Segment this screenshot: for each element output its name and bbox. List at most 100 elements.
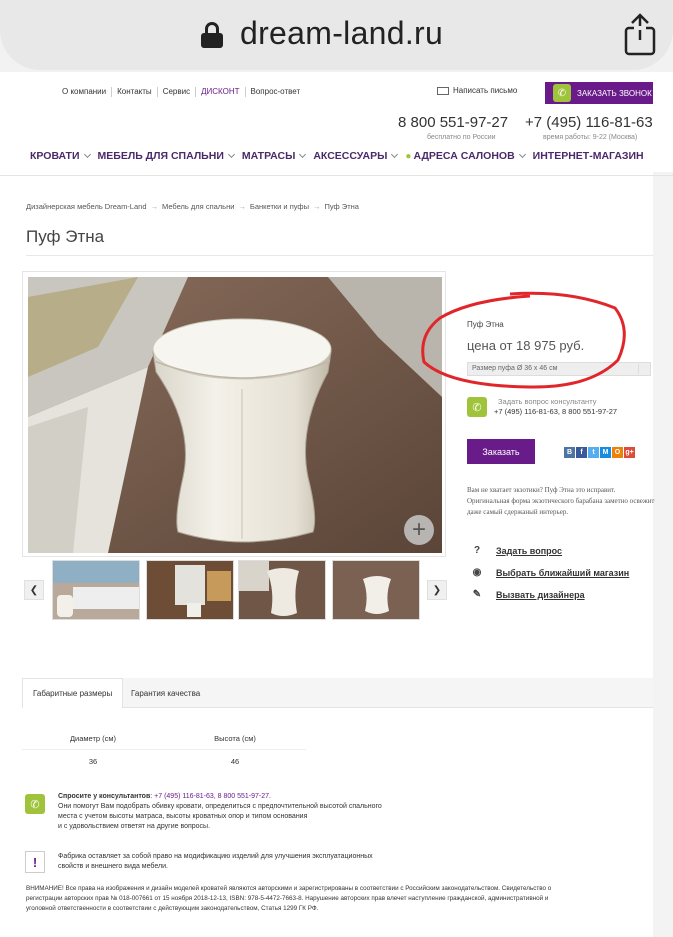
write-letter-link[interactable]: Написать письмо <box>437 86 517 95</box>
tab-dimensions[interactable]: Габаритные размеры <box>22 678 124 708</box>
red-annotation-circle <box>421 291 626 389</box>
arrow-right-icon: → <box>150 202 159 211</box>
dropdown-arrow-icon <box>638 364 648 374</box>
callback-label: ЗАКАЗАТЬ ЗВОНОК <box>577 88 652 98</box>
address-bar[interactable]: dream-land.ru <box>0 0 673 70</box>
topnav-service[interactable]: Сервис <box>158 87 197 97</box>
thumbs-prev-button[interactable]: ❮ <box>24 580 44 600</box>
callback-button[interactable]: ✆ ЗАКАЗАТЬ ЗВОНОК <box>545 82 653 104</box>
nav-bedroom[interactable]: МЕБЕЛЬ ДЛЯ СПАЛЬНИ <box>97 150 235 162</box>
facebook-icon[interactable]: f <box>576 447 587 458</box>
chevron-down-icon <box>227 150 235 159</box>
designer-icon: ✎ <box>472 589 482 600</box>
breadcrumb-current: Пуф Этна <box>324 202 359 211</box>
page-title: Пуф Этна <box>26 227 105 246</box>
nav-salons[interactable]: ● АДРЕСА САЛОНОВ <box>405 150 526 162</box>
ask-heading: Спросите у консультантов <box>58 793 151 800</box>
ask-line: и с удовольствием ответят на другие вопр… <box>58 823 211 830</box>
top-nav: О компании Контакты Сервис ДИСКОНТ Вопро… <box>57 87 305 97</box>
nav-label: МАТРАСЫ <box>241 150 296 162</box>
nav-label: ИНТЕРНЕТ-МАГАЗИН <box>532 150 644 162</box>
odnoklassniki-icon[interactable]: О <box>612 447 623 458</box>
phone-moscow[interactable]: +7 (495) 116-81-63 <box>525 114 653 131</box>
phone-moscow-note: время работы: 9-22 (Москва) <box>543 134 638 141</box>
chevron-down-icon <box>518 150 526 159</box>
location-pin-icon: ● <box>405 150 412 162</box>
twitter-icon[interactable]: t <box>588 447 599 458</box>
nav-shop[interactable]: ИНТЕРНЕТ-МАГАЗИН <box>533 150 644 162</box>
ask-consultants-note: Спросите у консультантов: +7 (495) 116-8… <box>58 792 448 832</box>
tab-warranty[interactable]: Гарантия качества <box>121 678 210 708</box>
header-divider <box>0 175 673 176</box>
topnav-faq[interactable]: Вопрос-ответ <box>246 87 306 97</box>
thumbnail-image <box>53 561 139 619</box>
action-label: Задать вопрос <box>496 545 563 556</box>
table-cell: 46 <box>230 756 240 766</box>
chevron-down-icon <box>299 150 307 159</box>
nav-mattresses[interactable]: МАТРАСЫ <box>241 150 307 162</box>
chevron-down-icon <box>83 150 91 159</box>
thumbnail-image <box>333 561 419 619</box>
mailru-icon[interactable]: М <box>600 447 611 458</box>
exclamation-icon: ! <box>25 851 45 873</box>
choose-store-link[interactable]: ◉ Выбрать ближайший магазин <box>470 567 630 578</box>
nav-label: МЕБЕЛЬ ДЛЯ СПАЛЬНИ <box>97 150 224 162</box>
nav-accessories[interactable]: АКСЕССУАРЫ <box>313 150 399 162</box>
url-text[interactable]: dream-land.ru <box>240 15 443 52</box>
main-nav: КРОВАТИ МЕБЕЛЬ ДЛЯ СПАЛЬНИ МАТРАСЫ АКСЕС… <box>30 150 652 162</box>
column-header: Высота (см) <box>214 734 256 743</box>
thumbnail-image <box>239 561 325 619</box>
product-main-photo[interactable] <box>28 277 442 553</box>
topnav-about[interactable]: О компании <box>57 87 113 97</box>
ask-line: места с учетом высоты матраса, высоты кр… <box>58 813 308 820</box>
call-designer-link[interactable]: ✎ Вызвать дизайнера <box>470 589 585 600</box>
topnav-discount[interactable]: ДИСКОНТ <box>196 87 246 97</box>
phone-free[interactable]: 8 800 551-97-27 <box>398 114 508 131</box>
legal-line: уголовной ответственности в соответствии… <box>26 905 319 912</box>
warn-line: свойств и внешнего вида мебели. <box>58 863 168 870</box>
thumbnail[interactable] <box>332 560 420 620</box>
nav-label: КРОВАТИ <box>30 150 80 162</box>
breadcrumb-item[interactable]: Дизайнерская мебель Dream-Land <box>26 202 147 211</box>
nav-beds[interactable]: КРОВАТИ <box>30 150 91 162</box>
topnav-contacts[interactable]: Контакты <box>112 87 158 97</box>
thumbs-next-button[interactable]: ❯ <box>427 580 447 600</box>
order-button[interactable]: Заказать <box>467 439 535 464</box>
phone-icon: ✆ <box>25 794 45 814</box>
arrow-right-icon: → <box>238 202 246 211</box>
phone-icon: ✆ <box>467 397 487 417</box>
zoom-plus-icon[interactable]: + <box>404 515 434 545</box>
phone-free-note: бесплатно по России <box>427 134 496 141</box>
warn-line: Фабрика оставляет за собой право на моди… <box>58 853 373 860</box>
table-row: 36 46 <box>22 750 306 772</box>
arrow-right-icon: → <box>313 202 321 211</box>
location-pin-icon: ◉ <box>472 567 482 578</box>
ask-phones[interactable]: +7 (495) 116-81-63, 8 800 551-97-27. <box>154 793 271 800</box>
breadcrumb-item[interactable]: Банкетки и пуфы <box>250 202 309 211</box>
column-header: Диаметр (см) <box>69 734 117 743</box>
consult-phones[interactable]: +7 (495) 116-81-63, 8 800 551-97-27 <box>494 407 617 416</box>
ask-question-link[interactable]: ? Задать вопрос <box>470 545 562 556</box>
social-share: В f t М О g+ <box>564 447 635 458</box>
share-icon[interactable] <box>620 12 660 56</box>
thumbnail[interactable] <box>52 560 140 620</box>
legal-line: ВНИМАНИЕ! Все права на изображения и диз… <box>26 885 552 892</box>
thumbnail-image <box>147 561 233 619</box>
nav-label: АДРЕСА САЛОНОВ <box>413 150 515 162</box>
breadcrumb-item[interactable]: Мебель для спальни <box>162 202 234 211</box>
consult-label[interactable]: Задать вопрос консультанту <box>498 397 596 406</box>
thumbnail[interactable] <box>238 560 326 620</box>
googleplus-icon[interactable]: g+ <box>624 447 635 458</box>
pouf-photo-illustration <box>28 277 442 553</box>
action-label: Выбрать ближайший магазин <box>496 567 630 578</box>
table-header: Диаметр (см) Высота (см) <box>22 728 306 750</box>
question-icon: ? <box>473 545 481 556</box>
thumbnail[interactable] <box>146 560 234 620</box>
vk-icon[interactable]: В <box>564 447 575 458</box>
action-label: Вызвать дизайнера <box>496 589 585 600</box>
envelope-icon <box>437 86 449 95</box>
page: О компании Контакты Сервис ДИСКОНТ Вопро… <box>0 72 673 937</box>
right-shade <box>653 172 673 937</box>
ask-line: Они помогут Вам подобрать обивку кровати… <box>58 803 382 810</box>
product-description: Вам не хватает экзотики? Пуф Этна это ис… <box>467 486 655 516</box>
